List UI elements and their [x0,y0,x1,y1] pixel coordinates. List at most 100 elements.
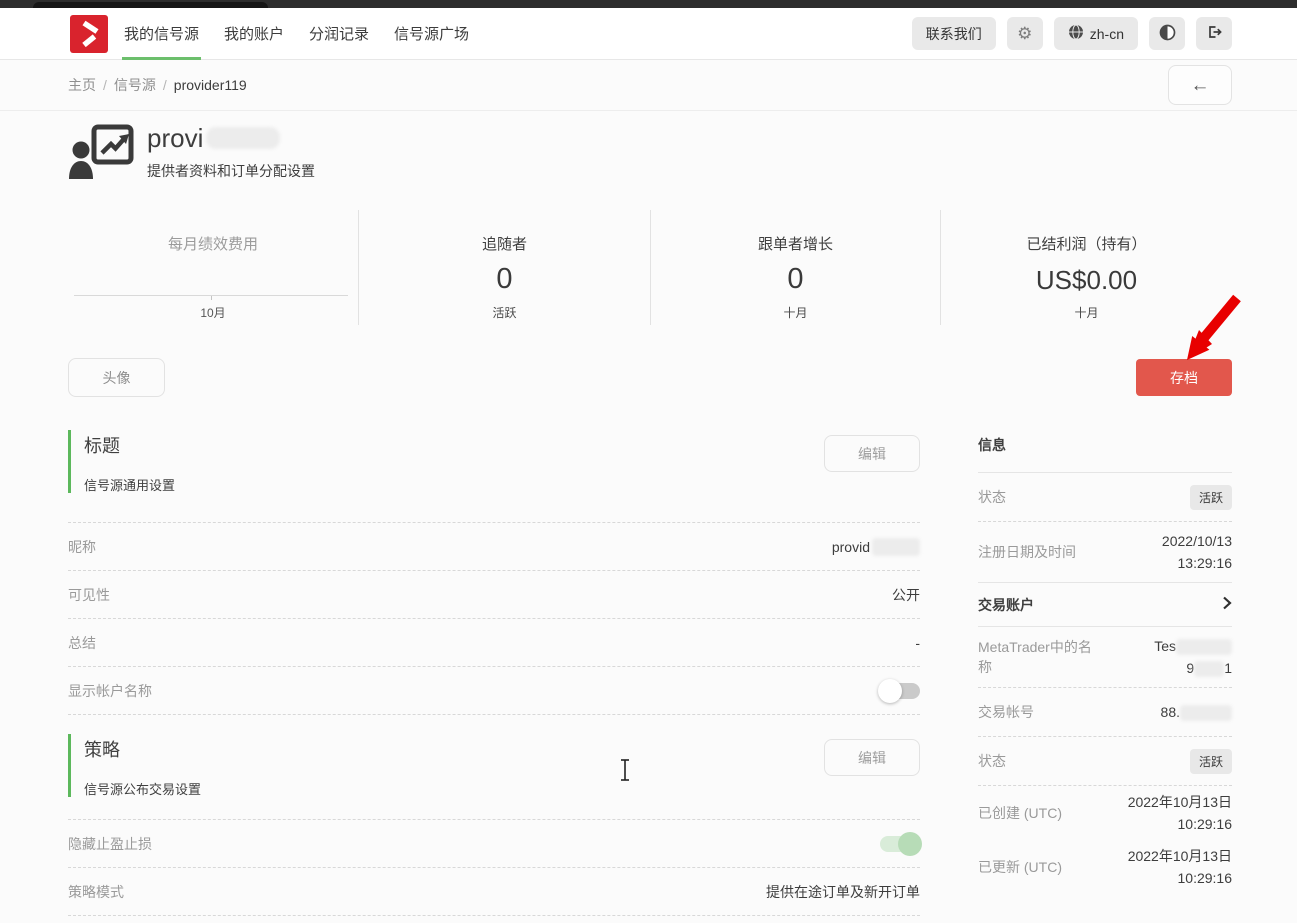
info-row-status: 状态 活跃 [978,473,1232,522]
trading-account-header-row[interactable]: 交易账户 [978,583,1232,627]
gear-icon: ⚙ [1017,25,1032,42]
field-row-summary: 总结 - [68,619,920,667]
contrast-icon [1159,24,1176,44]
globe-icon [1068,24,1084,43]
provider-name-visible: provi [147,123,203,153]
stat-value: US$0.00 [941,265,1232,296]
edit-title-button[interactable]: 编辑 [824,435,920,472]
info-row-created: 已创建 (UTC) 2022年10月13日 10:29:16 [978,786,1232,840]
back-button[interactable]: ← [1168,65,1232,105]
info-value: 2022/10/13 13:29:16 [1162,530,1232,574]
theme-contrast-button[interactable] [1149,17,1185,50]
nav-my-signal-sources[interactable]: 我的信号源 [124,8,199,59]
account-number-visible: 88. [1161,704,1180,720]
field-label: 昵称 [68,537,96,557]
avatar-button[interactable]: 头像 [68,358,165,397]
breadcrumb-separator: / [103,77,107,93]
strategy-section-header: 策略 信号源公布交易设置 编辑 [68,734,920,797]
field-row-show-account-name: 显示帐户名称 [68,667,920,715]
mt-name-line2-b: 1 [1224,660,1232,676]
archive-button[interactable]: 存档 [1136,359,1232,396]
main-settings-column: 标题 信号源通用设置 编辑 昵称 provid 可见性 公开 总结 - 显示帐户… [68,430,920,916]
breadcrumb-row: 主页 / 信号源 / provider119 ← [0,60,1297,111]
provider-avatar-icon [68,123,134,181]
language-label: zh-cn [1090,26,1124,42]
stat-sub: 十月 [651,304,940,321]
language-button[interactable]: zh-cn [1054,17,1138,50]
breadcrumb-signal-sources[interactable]: 信号源 [114,75,156,95]
field-value: 提供在途订单及新开订单 [766,882,920,902]
stat-settled-profit: 已结利润（持有） US$0.00 十月 [940,210,1232,325]
edit-strategy-button[interactable]: 编辑 [824,739,920,776]
section-subtitle: 信号源公布交易设置 [84,779,920,798]
top-navbar: 我的信号源 我的账户 分润记录 信号源广场 联系我们 ⚙ zh-cn [0,8,1297,60]
stat-label: 追随者 [359,233,650,254]
provider-subtitle: 提供者资料和订单分配设置 [147,161,315,181]
status-badge: 活跃 [1190,749,1232,774]
stat-sub: 活跃 [359,304,650,321]
field-label: 总结 [68,633,96,653]
toggle-knob [898,832,922,856]
provider-title-block: provi 提供者资料和订单分配设置 [147,123,315,181]
title-section-header: 标题 信号源通用设置 编辑 [68,430,920,493]
info-row-updated: 已更新 (UTC) 2022年10月13日 10:29:16 [978,840,1232,894]
account-number-redaction [1180,705,1232,721]
info-value: 2022年10月13日 10:29:16 [1128,791,1232,835]
breadcrumb-home[interactable]: 主页 [68,75,96,95]
chevron-right-icon [1222,596,1232,613]
stat-value: 0 [359,263,650,296]
breadcrumb-current: provider119 [174,77,247,93]
mt-name-redaction [1176,639,1232,655]
field-row-hide-tp-sl: 隐藏止盈止损 [68,820,920,868]
mt-name-redaction [1194,661,1224,677]
stats-row: 每月绩效费用 10月 追随者 0 活跃 跟单者增长 0 十月 已结利润（持有） … [68,210,1232,325]
nav-my-account[interactable]: 我的账户 [224,8,284,59]
info-panel-title: 信息 [978,430,1232,473]
field-row-strategy-mode: 策略模式 提供在途订单及新开订单 [68,868,920,916]
section-title: 策略 [84,736,920,762]
strategy-section-rows: 隐藏止盈止损 策略模式 提供在途订单及新开订单 [68,819,920,916]
back-arrow-icon: ← [1191,76,1210,95]
field-label: 可见性 [68,585,110,605]
info-value: Tes 91 [1154,635,1232,679]
field-value: provid [832,538,920,556]
info-label: 状态 [978,487,1006,507]
provider-profile-header: provi 提供者资料和订单分配设置 [68,123,315,181]
info-label: 已创建 (UTC) [978,803,1062,823]
created-date: 2022年10月13日 [1128,794,1232,810]
mini-chart-tick [211,296,212,300]
field-label: 显示帐户名称 [68,681,152,701]
section-subtitle: 信号源通用设置 [84,475,920,494]
hide-tp-sl-toggle[interactable] [880,836,920,852]
created-time: 10:29:16 [1178,816,1233,832]
browser-top-strip [0,0,1297,8]
info-row-metatrader-name: MetaTrader中的名称 Tes 91 [978,627,1232,688]
info-value: 88. [1161,701,1232,723]
stat-label: 每月绩效费用 [68,233,358,254]
breadcrumb-separator: / [163,77,167,93]
page: 我的信号源 我的账户 分润记录 信号源广场 联系我们 ⚙ zh-cn [0,0,1297,923]
contact-us-button[interactable]: 联系我们 [912,17,996,50]
mini-chart-axis [74,295,348,296]
info-row-trading-account-number: 交易帐号 88. [978,688,1232,737]
info-row-registration: 注册日期及时间 2022/10/13 13:29:16 [978,522,1232,583]
mini-chart-axis-label: 10月 [68,304,358,321]
info-label: 交易帐号 [978,702,1034,722]
stat-follower-growth: 跟单者增长 0 十月 [650,210,940,325]
logout-button[interactable] [1196,17,1232,50]
mt-name-visible: Tes [1154,638,1176,654]
stat-monthly-performance-fee: 每月绩效费用 10月 [68,210,358,325]
navbar-actions: 联系我们 ⚙ zh-cn [912,17,1232,50]
nav-profit-share-records[interactable]: 分润记录 [309,8,369,59]
app-logo-icon[interactable] [70,15,108,53]
toggle-knob [878,679,902,703]
info-value: 2022年10月13日 10:29:16 [1128,845,1232,889]
settings-button[interactable]: ⚙ [1007,17,1043,50]
provider-name: provi [147,123,315,153]
status-badge: 活跃 [1190,485,1232,510]
show-account-name-toggle[interactable] [880,683,920,699]
nav-signal-marketplace[interactable]: 信号源广场 [394,8,469,59]
field-value: - [915,635,920,651]
info-label: 状态 [978,751,1006,771]
info-label: 注册日期及时间 [978,542,1076,562]
